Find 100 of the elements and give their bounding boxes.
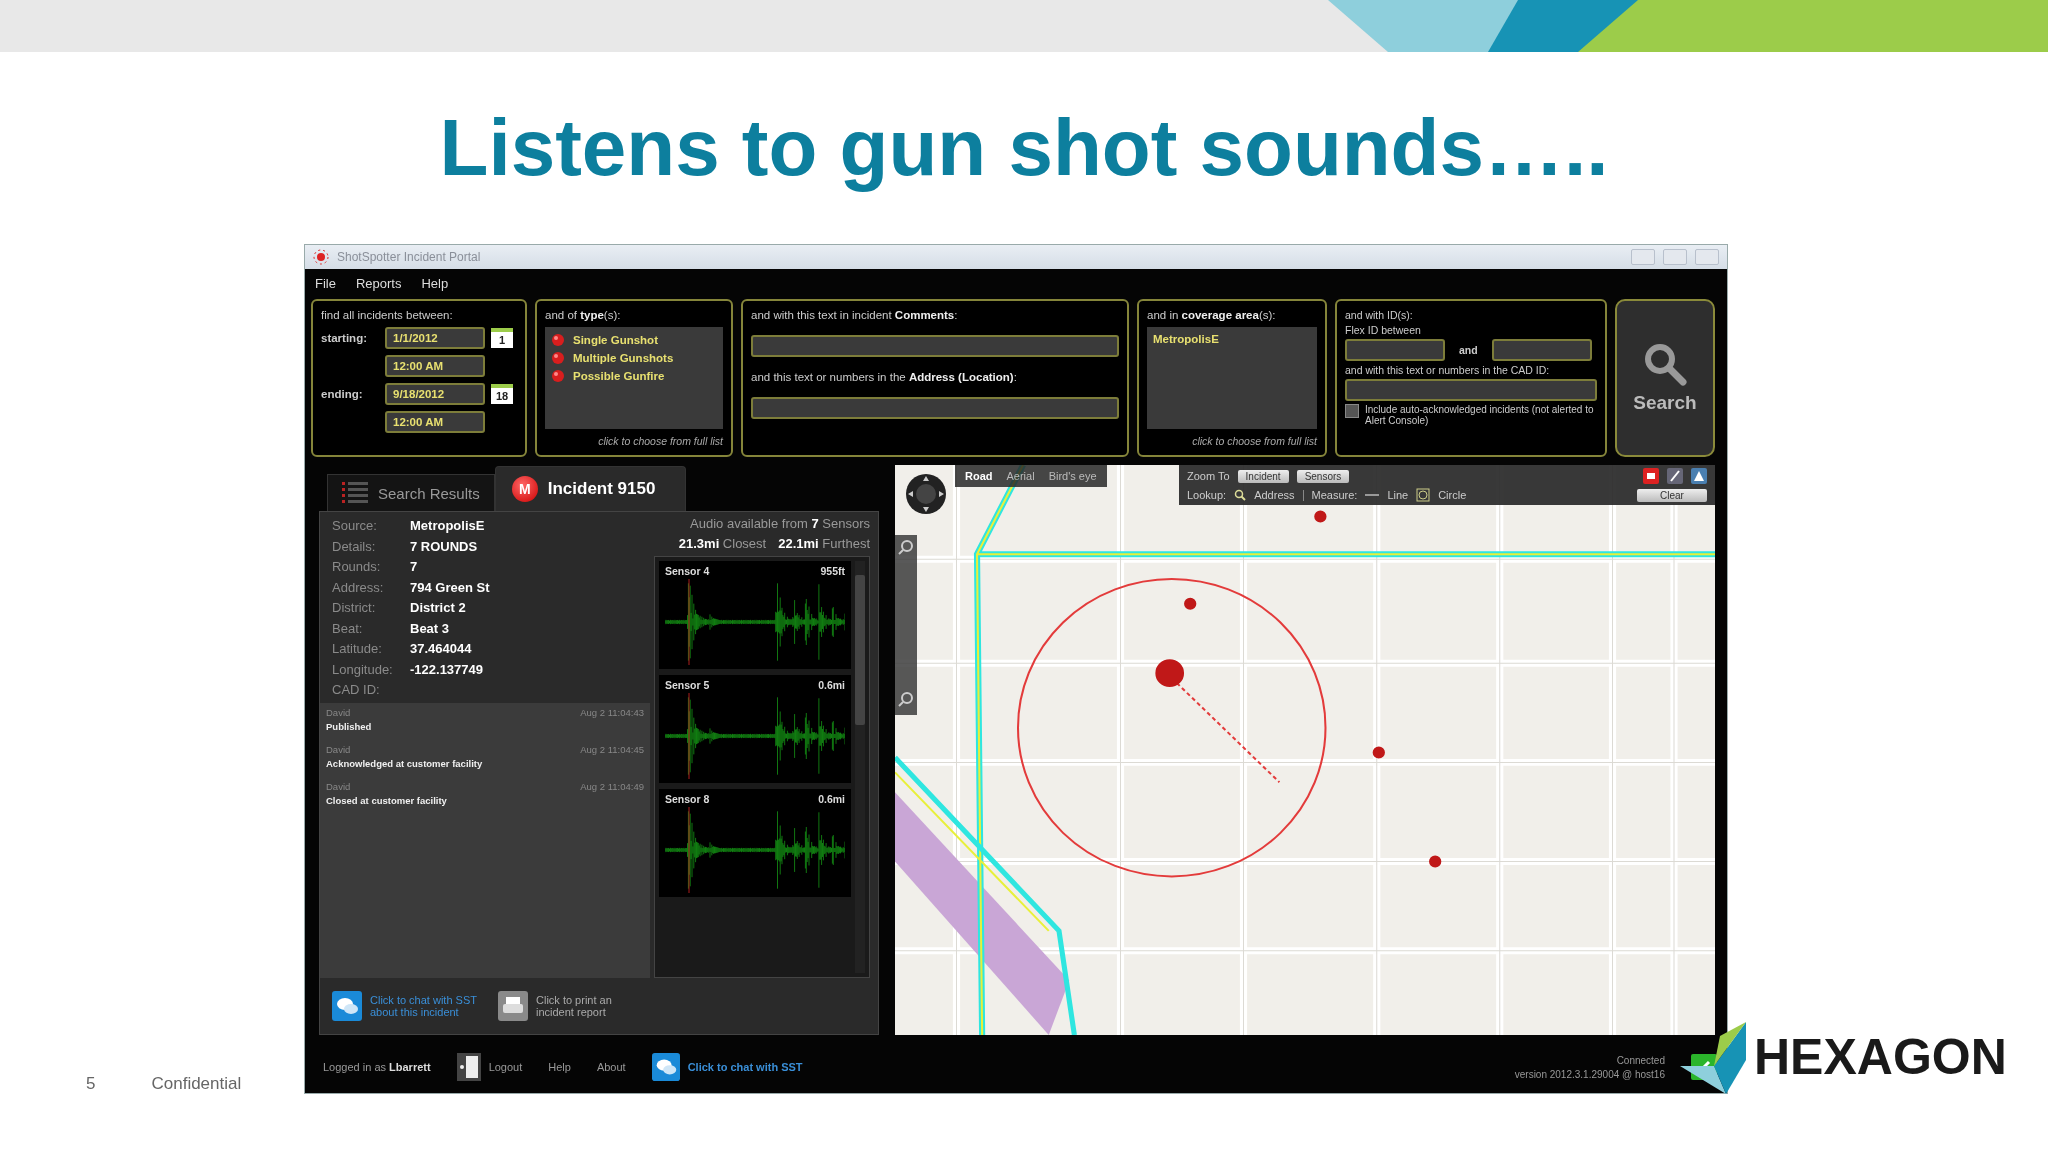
list-item[interactable]: Possible Gunfire <box>573 370 665 382</box>
slide-title: Listens to gun shot sounds….. <box>438 102 1610 194</box>
map-view-tab[interactable]: Road <box>965 470 993 482</box>
sensor-name: Sensor 4 <box>665 565 710 577</box>
log-entry: Acknowledged at customer facility <box>326 758 484 769</box>
closest-distance: 21.3mi Closest <box>678 536 767 551</box>
action-link[interactable]: Click to print an incident report <box>536 994 626 1018</box>
status-link[interactable]: About <box>596 1061 626 1073</box>
map-view-tab[interactable]: Bird's eye <box>1048 470 1097 482</box>
field-label: Longitude: <box>332 661 394 677</box>
window-title: ShotSpotter Incident Portal <box>337 250 481 264</box>
time-field[interactable]: 12:00 AM <box>385 355 485 377</box>
minimize-button[interactable] <box>1631 249 1655 265</box>
log-time: Aug 2 11:04:45 <box>580 744 644 755</box>
filter-label: and with this text in incident Comments: <box>751 309 959 321</box>
sensor-name: Sensor 8 <box>665 793 710 805</box>
menu-item[interactable]: Reports <box>355 275 402 291</box>
measure-tool[interactable]: Circle <box>1438 489 1467 501</box>
alert-icon[interactable] <box>1643 468 1659 484</box>
comments-field[interactable] <box>751 335 1119 357</box>
menu-item[interactable]: File <box>315 275 336 291</box>
furthest-distance: 22.1mi Furthest <box>778 536 870 551</box>
field-value: 7 ROUNDS <box>410 538 479 554</box>
map-view-tab[interactable]: Aerial <box>1006 470 1035 482</box>
address-field[interactable] <box>751 397 1119 419</box>
page-number: 5 <box>86 1074 96 1094</box>
log-user: David <box>326 781 351 792</box>
hint-link[interactable]: click to choose from full list <box>1147 435 1317 447</box>
sensor-card[interactable]: Sensor 5 0.6mi <box>659 675 851 783</box>
logo-icon <box>1680 1022 1746 1094</box>
field-value: 7 <box>410 559 419 574</box>
close-button[interactable] <box>1695 249 1719 265</box>
status-link[interactable]: Logout <box>488 1061 523 1073</box>
log-user: David <box>326 744 351 755</box>
action-link[interactable]: Click to chat with SST about this incident <box>370 994 480 1018</box>
gunshot-icon <box>551 369 565 383</box>
log-user: David <box>326 707 351 718</box>
field-label: and with this text or numbers in the CAD ID: <box>1345 364 1551 376</box>
calendar-button[interactable]: 18 <box>491 384 513 404</box>
time-field[interactable]: 12:00 AM <box>385 411 485 433</box>
search-icon <box>1643 342 1687 386</box>
search-button[interactable]: Search <box>1615 299 1715 457</box>
checkbox[interactable] <box>1345 404 1359 418</box>
field-label: District: <box>332 600 377 615</box>
status-link[interactable]: Help <box>548 1061 571 1073</box>
sensor-distance: 0.6mi <box>818 679 845 691</box>
list-item[interactable]: Single Gunshot <box>573 334 658 346</box>
menu-item[interactable]: Help <box>421 275 449 291</box>
measure-tool[interactable]: Line <box>1387 489 1409 501</box>
field-label: Latitude: <box>332 641 383 656</box>
sensor-card[interactable]: Sensor 4 955ft <box>659 561 851 669</box>
chat-icon <box>332 991 362 1021</box>
tab[interactable]: Search Results <box>327 474 495 511</box>
sensor-distance: 0.6mi <box>818 793 845 805</box>
zoom-in-icon[interactable] <box>898 539 914 555</box>
field-label: starting: <box>321 332 368 344</box>
toolbar-label: Measure: <box>1311 489 1358 501</box>
field-label: Beat: <box>332 620 364 636</box>
sensor-card[interactable]: Sensor 8 0.6mi <box>659 789 851 897</box>
logo-text: HEXAGON <box>1754 1028 2007 1086</box>
app-icon <box>313 249 329 265</box>
field-label: Source: <box>332 518 378 533</box>
zoom-button[interactable]: Sensors <box>1296 469 1350 483</box>
id-field[interactable] <box>1491 339 1592 361</box>
field-label: Address: <box>332 579 385 595</box>
clear-button[interactable]: Clear <box>1637 488 1707 502</box>
id-field[interactable] <box>1345 339 1445 361</box>
filter-label: and this text or numbers in the Address (Location): <box>751 371 1018 383</box>
filter-label: and in coverage area(s): <box>1147 309 1277 321</box>
date-field[interactable]: 1/1/2012 <box>385 327 485 349</box>
date-field[interactable]: 9/18/2012 <box>385 383 485 405</box>
filter-label: and of type(s): <box>545 309 622 321</box>
chat-icon <box>651 1053 680 1081</box>
triangle-icon[interactable] <box>1691 468 1707 484</box>
scrollbar[interactable] <box>855 561 865 973</box>
chat-link[interactable]: Click to chat with SST <box>687 1061 803 1073</box>
cad-id-field[interactable] <box>1345 379 1597 401</box>
gunshot-icon <box>551 333 565 347</box>
zoom-out-icon[interactable] <box>898 691 914 707</box>
compass-icon[interactable] <box>905 473 947 515</box>
lookup-link[interactable]: Address <box>1254 489 1295 501</box>
printer-icon <box>498 991 528 1021</box>
field-label: Rounds: <box>332 559 382 574</box>
tab[interactable]: M Incident 9150 <box>494 466 687 511</box>
toolbar-label: Zoom To <box>1187 470 1230 482</box>
hint-link[interactable]: click to choose from full list <box>545 435 723 447</box>
log-entry: Published <box>326 721 373 732</box>
calendar-button[interactable]: 1 <box>491 328 513 348</box>
sensor-distance: 955ft <box>820 565 845 577</box>
search-icon <box>1234 489 1247 501</box>
gunshot-icon <box>551 351 565 365</box>
list-item[interactable]: Multiple Gunshots <box>573 352 674 364</box>
zoom-button[interactable]: Incident <box>1237 469 1289 483</box>
checkbox-label: Include auto-acknowledged incidents (not alerted to Alert Console) <box>1365 404 1595 426</box>
list-item[interactable]: MetropolisE <box>1153 333 1219 345</box>
field-value: District 2 <box>410 600 467 615</box>
field-value: Beat 3 <box>410 620 451 636</box>
field-value: -122.137749 <box>410 661 484 677</box>
field-label: ending: <box>321 388 364 400</box>
restore-button[interactable] <box>1663 249 1687 265</box>
